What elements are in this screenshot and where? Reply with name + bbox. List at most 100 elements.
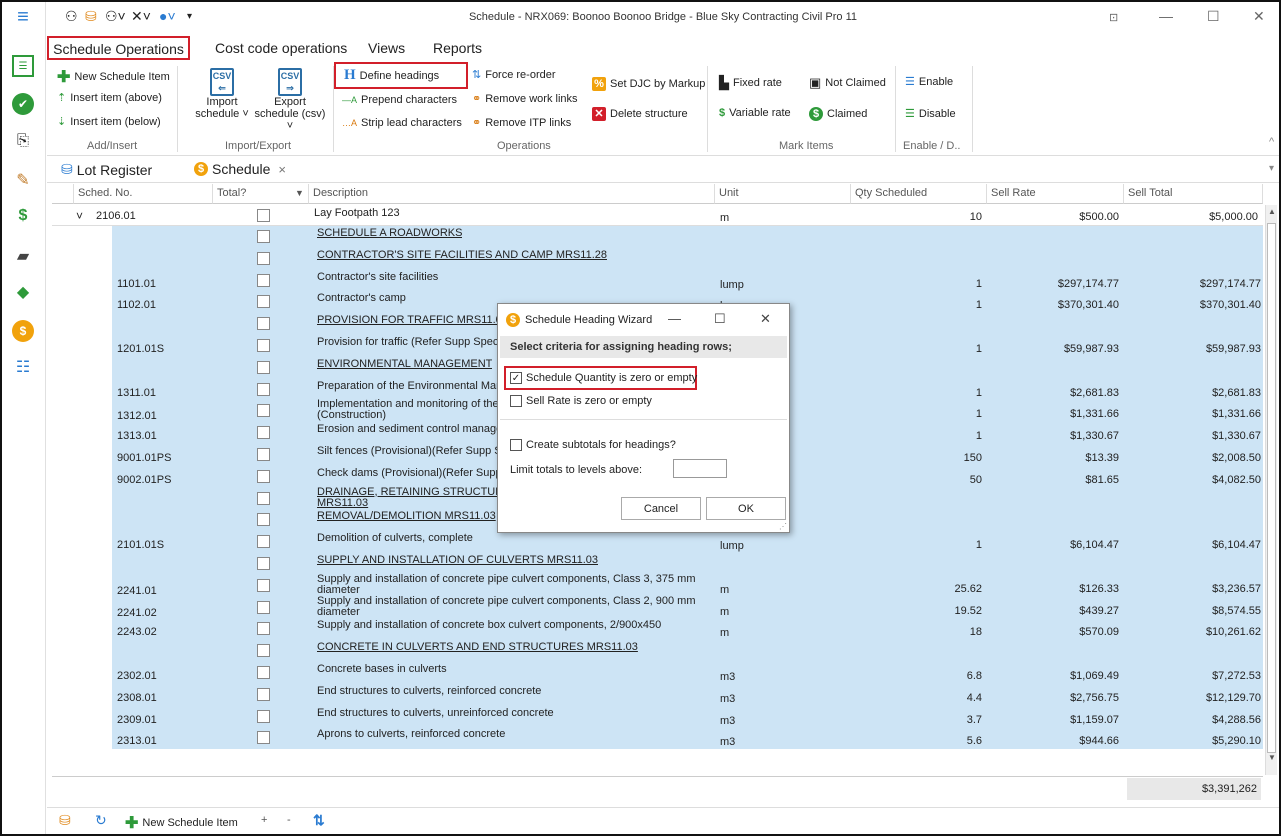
tab-schedule-operations[interactable]: Schedule Operations: [47, 36, 190, 60]
variable-rate-button[interactable]: $ Variable rate: [719, 107, 791, 119]
maximize-button[interactable]: ☐: [1207, 8, 1220, 25]
close-tab-icon[interactable]: ×: [278, 162, 286, 177]
folder-open-icon[interactable]: ▰: [12, 245, 34, 267]
tab-list-dropdown-icon[interactable]: ▾: [1269, 163, 1274, 174]
table-row[interactable]: 2241.02 Supply and installation of concre…: [52, 596, 1263, 619]
total-checkbox[interactable]: [257, 360, 270, 374]
cancel-button[interactable]: Cancel: [621, 497, 701, 520]
tab-reports[interactable]: Reports: [433, 40, 482, 56]
total-checkbox[interactable]: [257, 557, 270, 570]
total-checkbox[interactable]: [257, 709, 270, 723]
force-reorder-button[interactable]: ⇅ Force re-order: [472, 68, 556, 82]
total-checkbox[interactable]: [257, 513, 270, 527]
table-row[interactable]: 2101.01S Demolition of culverts, complete…: [52, 531, 1263, 553]
filter-dropdown-icon[interactable]: ▼: [295, 188, 304, 198]
sheet-dollar-icon[interactable]: $: [12, 205, 34, 227]
collapse-ribbon-icon[interactable]: ^: [1269, 136, 1274, 148]
export-schedule-button[interactable]: CSV ⇒ Export schedule (csv) ˅: [251, 68, 329, 132]
dialog-minimize-button[interactable]: —: [668, 311, 681, 326]
dialog-close-button[interactable]: ✕: [760, 311, 771, 327]
delete-structure-button[interactable]: ✕ Delete structure: [592, 107, 688, 121]
limit-levels-input[interactable]: [673, 459, 727, 478]
total-checkbox[interactable]: [257, 251, 270, 265]
total-checkbox[interactable]: [257, 491, 270, 505]
insert-item-above-button[interactable]: ⇡ Insert item (above): [57, 91, 162, 105]
total-checkbox[interactable]: [257, 448, 270, 461]
table-row[interactable]: 2309.01 End structures to culverts, unrei…: [52, 705, 1263, 728]
strip-lead-characters-button[interactable]: …A Strip lead characters: [342, 117, 462, 129]
add-row-button[interactable]: +: [261, 814, 267, 826]
check-circle-icon[interactable]: ✔: [12, 93, 34, 115]
column-header-qty-scheduled[interactable]: Qty Scheduled: [851, 184, 987, 204]
schedule-stack-icon[interactable]: ⛁: [59, 812, 71, 829]
tag-icon[interactable]: ◆: [12, 281, 34, 303]
column-header-sell-total[interactable]: Sell Total: [1124, 184, 1263, 204]
insert-item-below-button[interactable]: ⇣ Insert item (below): [57, 115, 161, 129]
tab-lot-register[interactable]: ⛁ Lot Register: [61, 161, 152, 178]
table-row[interactable]: CONTRACTOR'S SITE FACILITIES AND CAMP MR…: [52, 247, 1263, 270]
remove-work-links-button[interactable]: ⚭ Remove work links: [472, 92, 578, 106]
set-djc-by-markup-button[interactable]: % Set DJC by Markup: [592, 77, 705, 91]
dialog-maximize-button[interactable]: ☐: [714, 311, 726, 327]
sort-arrows-icon[interactable]: ⇅: [313, 812, 325, 829]
total-checkbox[interactable]: [257, 687, 270, 701]
column-header-description[interactable]: ▼ Description: [295, 184, 715, 204]
pen-icon[interactable]: ✎: [12, 169, 34, 191]
sell-rate-zero-checkbox[interactable]: Sell Rate is zero or empty: [510, 395, 652, 407]
minimize-button[interactable]: —: [1159, 8, 1173, 24]
define-headings-button[interactable]: H Define headings: [334, 62, 468, 89]
total-checkbox[interactable]: [257, 230, 270, 243]
total-checkbox[interactable]: [257, 426, 270, 440]
tab-cost-code-operations[interactable]: Cost code operations: [215, 40, 347, 56]
enable-button[interactable]: ☰ Enable: [905, 75, 953, 89]
remove-row-button[interactable]: -: [287, 814, 291, 826]
total-checkbox[interactable]: [257, 535, 270, 549]
table-row[interactable]: 2243.02 Supply and installation of concre…: [52, 618, 1263, 641]
disable-button[interactable]: ☰ Disable: [905, 107, 956, 121]
column-header-sched-no[interactable]: Sched. No.: [74, 184, 213, 204]
list-settings-icon[interactable]: ☷: [12, 356, 34, 378]
not-claimed-button[interactable]: ▣ Not Claimed: [809, 75, 886, 91]
total-checkbox[interactable]: [257, 622, 270, 636]
document-list-icon[interactable]: ☰: [12, 55, 34, 77]
column-header-sell-rate[interactable]: Sell Rate: [987, 184, 1124, 204]
ok-button[interactable]: OK: [706, 497, 786, 520]
dollar-coin-icon[interactable]: $: [12, 320, 34, 342]
total-checkbox[interactable]: [257, 295, 270, 309]
total-checkbox[interactable]: [257, 731, 270, 745]
bookmark-icon[interactable]: ⎘: [12, 129, 34, 151]
fixed-rate-button[interactable]: ▙ Fixed rate: [719, 75, 782, 91]
table-row[interactable]: 2241.01 Supply and installation of concre…: [52, 574, 1263, 597]
total-checkbox[interactable]: [257, 404, 270, 418]
total-checkbox[interactable]: [257, 666, 270, 679]
total-checkbox[interactable]: [257, 339, 270, 352]
tab-schedule[interactable]: $ Schedule ×: [194, 161, 286, 177]
table-row[interactable]: 2308.01 End structures to culverts, reinf…: [52, 683, 1263, 706]
schedule-quantity-zero-checkbox[interactable]: ✓ Schedule Quantity is zero or empty: [510, 372, 697, 384]
remove-itp-links-button[interactable]: ⚭ Remove ITP links: [472, 116, 571, 130]
scroll-up-icon[interactable]: ▲: [1267, 207, 1277, 217]
total-checkbox[interactable]: [257, 600, 270, 614]
hamburger-menu-icon[interactable]: ≡: [12, 6, 34, 28]
vertical-scrollbar[interactable]: ▲ ▼: [1265, 205, 1277, 775]
total-checkbox[interactable]: [257, 317, 270, 331]
claimed-button[interactable]: $ Claimed: [809, 107, 867, 121]
prepend-characters-button[interactable]: —A Prepend characters: [342, 94, 457, 106]
resize-grip-icon[interactable]: ⋰: [779, 522, 787, 531]
tab-views[interactable]: Views: [368, 40, 405, 56]
table-row[interactable]: SCHEDULE A ROADWORKS: [52, 226, 1263, 248]
table-row[interactable]: 2313.01 Aprons to culverts, reinforced co…: [52, 727, 1263, 750]
close-button[interactable]: ✕: [1253, 8, 1265, 25]
import-schedule-button[interactable]: CSV ⇐ Import schedule ˅: [195, 68, 249, 120]
refresh-icon[interactable]: ↻: [95, 812, 107, 829]
restore-ribbon-icon[interactable]: ⊡: [1109, 11, 1118, 24]
new-schedule-item-button[interactable]: ✚ New Schedule Item: [57, 67, 170, 87]
total-checkbox[interactable]: [257, 469, 270, 483]
bottom-new-schedule-item-button[interactable]: ✚ New Schedule Item: [125, 813, 238, 833]
table-row[interactable]: 2302.01 Concrete bases in culverts m3 6.8 $1…: [52, 662, 1263, 684]
table-row[interactable]: CONCRETE IN CULVERTS AND END STRUCTURES …: [52, 640, 1263, 662]
total-checkbox[interactable]: [257, 578, 270, 592]
create-subtotals-checkbox[interactable]: Create subtotals for headings?: [510, 439, 676, 451]
table-row[interactable]: SUPPLY AND INSTALLATION OF CULVERTS MRS1…: [52, 553, 1263, 575]
scrollbar-thumb[interactable]: [1267, 223, 1276, 753]
